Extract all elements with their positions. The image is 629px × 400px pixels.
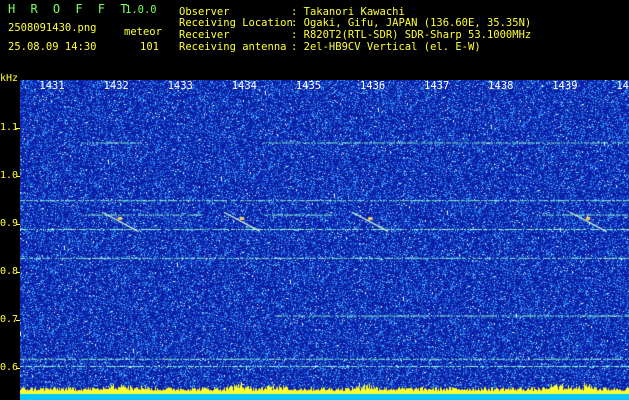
x-tick-label: 1432 bbox=[103, 80, 129, 92]
date-time: 25.08.09 14:30 bbox=[8, 41, 97, 53]
x-tick-label: 1439 bbox=[552, 80, 578, 92]
meteor-count: 101 bbox=[140, 41, 159, 53]
x-tick-label: 1437 bbox=[424, 80, 450, 92]
file-name: 2508091430.png bbox=[8, 22, 97, 34]
y-axis: kHz 1.1 1.0 0.9 0.8 0.7 0.6 bbox=[0, 72, 20, 400]
info-label-receiver: Receiver bbox=[179, 29, 230, 41]
app-logo: H R O F F T bbox=[8, 2, 132, 16]
spectrogram bbox=[20, 80, 629, 400]
mode-label: meteor bbox=[124, 26, 162, 38]
x-tick-label: 1431 bbox=[39, 80, 65, 92]
x-tick-label: 1440 bbox=[616, 80, 629, 92]
x-tick-label: 1435 bbox=[295, 80, 322, 92]
x-tick-label: 1438 bbox=[488, 80, 514, 92]
info-label-location: Receiving Location bbox=[179, 17, 293, 29]
info-value-location: : Ogaki, Gifu, JAPAN (136.60E, 35.35N) bbox=[291, 17, 532, 29]
info-label-antenna: Receiving antenna bbox=[179, 41, 287, 53]
info-value-antenna: : 2el-HB9CV Vertical (el. E-W) bbox=[291, 41, 481, 53]
info-value-receiver: : R820T2(RTL-SDR) SDR-Sharp 53.1000MHz bbox=[291, 29, 532, 41]
y-axis-label: kHz bbox=[0, 73, 19, 84]
x-tick-label: 1433 bbox=[167, 80, 193, 92]
x-tick-label: 1434 bbox=[231, 80, 257, 92]
x-tick-label: 1436 bbox=[359, 80, 386, 92]
app-version: 1.0.0 bbox=[125, 4, 157, 16]
